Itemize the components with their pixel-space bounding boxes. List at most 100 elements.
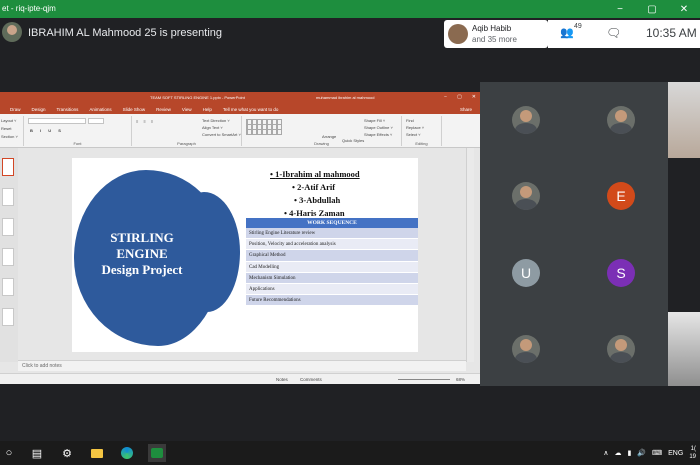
shape-outline-button[interactable]: Shape Outline ˅ bbox=[364, 125, 393, 130]
meet-icon[interactable] bbox=[148, 444, 166, 462]
slide-scrollbar[interactable] bbox=[466, 148, 474, 362]
slide-thumbnail[interactable] bbox=[2, 218, 14, 236]
work-sequence-rows: Stirling Engine Literature review Positi… bbox=[246, 228, 418, 307]
tell-me-search[interactable]: Tell me what you want to do bbox=[223, 107, 279, 112]
keyboard-icon[interactable]: ⌨ bbox=[652, 449, 662, 457]
close-button[interactable]: ✕ bbox=[668, 0, 700, 18]
chevron-up-icon[interactable]: ∧ bbox=[603, 449, 608, 457]
battery-icon[interactable]: ▮ bbox=[627, 449, 631, 457]
participant-avatar[interactable] bbox=[512, 182, 540, 210]
ppt-document-title: TEAM SOFT STIRLING ENGINE 1.pptx - Power… bbox=[150, 95, 245, 100]
ppt-user-name: muhammad ibrahim al mahmood bbox=[316, 95, 375, 100]
tab-help[interactable]: Help bbox=[203, 107, 212, 112]
start-icon[interactable]: ○ bbox=[0, 444, 18, 462]
table-row: Cad Modelling bbox=[246, 261, 418, 273]
volume-icon[interactable]: 🔊 bbox=[637, 449, 646, 457]
team-member: • 1-Ibrahim al mahmood bbox=[270, 169, 360, 179]
people-icon[interactable]: 👥 bbox=[560, 26, 574, 39]
slide-thumbnail[interactable] bbox=[2, 158, 14, 176]
taskbar-clock[interactable]: 1( 19 bbox=[689, 445, 696, 461]
tab-slide-show[interactable]: Slide Show bbox=[123, 107, 146, 112]
presenter-avatar bbox=[2, 22, 22, 42]
shapes-gallery[interactable] bbox=[246, 119, 282, 135]
slide-thumbnail[interactable] bbox=[2, 248, 14, 266]
shape-fill-button[interactable]: Shape Fill ˅ bbox=[364, 118, 385, 123]
ppt-maximize-button[interactable]: ▢ bbox=[457, 94, 462, 100]
zoom-slider[interactable] bbox=[398, 379, 450, 380]
team-member: • 2-Atif Arif bbox=[292, 182, 336, 192]
ppt-close-button[interactable]: ✕ bbox=[472, 94, 476, 100]
browser-title-bar: et - riq-ipte-qjm − ▢ ✕ bbox=[0, 0, 700, 18]
participant-avatar-letter[interactable]: E bbox=[607, 182, 635, 210]
slide-thumbnails-pane bbox=[0, 148, 18, 362]
find-button[interactable]: Find bbox=[406, 118, 414, 123]
arrange-button[interactable]: Arrange bbox=[322, 134, 336, 139]
cloud-icon[interactable]: ☁ bbox=[614, 449, 621, 457]
notes-toggle[interactable]: Notes bbox=[276, 377, 288, 382]
participant-video-tile[interactable] bbox=[668, 82, 700, 158]
drawing-group: Arrange Quick Styles Shape Fill ˅ Shape … bbox=[242, 116, 402, 146]
participant-avatar-letter[interactable]: S bbox=[607, 259, 635, 287]
shape-effects-button[interactable]: Shape Effects ˅ bbox=[364, 132, 392, 137]
slide-title-line: ENGINE bbox=[116, 246, 168, 261]
screen: et - riq-ipte-qjm − ▢ ✕ IBRAHIM AL Mahmo… bbox=[0, 0, 700, 465]
ppt-ribbon: Layout ˅ Reset Section ˅ B I U S Font ≡ … bbox=[0, 114, 480, 148]
ppt-window-controls: − ▢ ✕ bbox=[444, 94, 476, 100]
slide-thumbnail[interactable] bbox=[2, 308, 14, 326]
slide-thumbnail[interactable] bbox=[2, 188, 14, 206]
current-slide[interactable]: STIRLING ENGINE Design Project • 1-Ibrah… bbox=[72, 158, 418, 352]
tab-animations[interactable]: Animations bbox=[89, 107, 111, 112]
zoom-level[interactable]: 68% bbox=[456, 377, 465, 382]
list-icons[interactable]: ≡ ≡ ≡ bbox=[136, 119, 155, 124]
tab-view[interactable]: View bbox=[182, 107, 192, 112]
drawing-group-label: Drawing bbox=[314, 141, 329, 146]
window-controls: − ▢ ✕ bbox=[604, 0, 700, 18]
convert-smartart-button[interactable]: Convert to SmartArt ˅ bbox=[202, 132, 241, 137]
participant-avatar[interactable] bbox=[512, 335, 540, 363]
settings-icon[interactable]: ⚙ bbox=[58, 444, 76, 462]
task-view-icon[interactable]: ▤ bbox=[28, 444, 46, 462]
editing-group: Find Replace ˅ Select ˅ Editing bbox=[402, 116, 442, 146]
replace-button[interactable]: Replace ˅ bbox=[406, 125, 424, 130]
participant-avatar[interactable] bbox=[512, 106, 540, 134]
reset-button[interactable]: Reset bbox=[1, 126, 11, 131]
comments-toggle[interactable]: Comments bbox=[300, 377, 322, 382]
tab-transitions[interactable]: Transitions bbox=[57, 107, 79, 112]
slide-title: STIRLING ENGINE Design Project bbox=[80, 230, 204, 278]
font-size-field[interactable] bbox=[88, 118, 104, 124]
participant-video-tile[interactable] bbox=[668, 312, 700, 386]
align-text-button[interactable]: Align Text ˅ bbox=[202, 125, 223, 130]
participant-avatar[interactable] bbox=[607, 335, 635, 363]
ppt-minimize-button[interactable]: − bbox=[444, 94, 447, 100]
tab-review[interactable]: Review bbox=[156, 107, 171, 112]
participant-avatar-letter[interactable]: U bbox=[512, 259, 540, 287]
slide-title-line: STIRLING bbox=[110, 230, 174, 245]
tab-draw[interactable]: Draw bbox=[10, 107, 21, 112]
paragraph-group: ≡ ≡ ≡ Text Direction ˅ Align Text ˅ Conv… bbox=[132, 116, 242, 146]
section-button[interactable]: Section ˅ bbox=[1, 134, 18, 139]
maximize-button[interactable]: ▢ bbox=[636, 0, 668, 18]
tab-design[interactable]: Design bbox=[32, 107, 46, 112]
edge-icon[interactable] bbox=[118, 444, 136, 462]
participant-grid: E U S bbox=[480, 82, 668, 386]
chat-icon[interactable]: 🗨 bbox=[606, 26, 621, 40]
participant-avatar[interactable] bbox=[607, 106, 635, 134]
participant-join-notice[interactable]: Aqib Habib and 35 more bbox=[444, 20, 548, 48]
slide-thumbnail[interactable] bbox=[2, 278, 14, 296]
presenter-banner: IBRAHIM AL Mahmood 25 is presenting bbox=[0, 20, 440, 48]
participant-more: and 35 more bbox=[472, 35, 517, 44]
layout-button[interactable]: Layout ˅ bbox=[1, 118, 16, 123]
font-name-field[interactable] bbox=[28, 118, 86, 124]
table-row: Position, Velocity and acceleration anal… bbox=[246, 239, 418, 251]
minimize-button[interactable]: − bbox=[604, 0, 636, 18]
clock-time: 1( bbox=[690, 446, 696, 452]
table-row: Future Recommendations bbox=[246, 295, 418, 307]
share-button[interactable]: Share bbox=[460, 107, 480, 112]
slides-group: Layout ˅ Reset Section ˅ bbox=[0, 116, 24, 146]
text-direction-button[interactable]: Text Direction ˅ bbox=[202, 118, 230, 123]
notes-pane[interactable]: Click to add notes bbox=[18, 360, 466, 371]
font-format-icons[interactable]: B I U S bbox=[30, 128, 64, 133]
select-button[interactable]: Select ˅ bbox=[406, 132, 421, 137]
file-explorer-icon[interactable] bbox=[88, 444, 106, 462]
language-indicator[interactable]: ENG bbox=[668, 450, 683, 457]
